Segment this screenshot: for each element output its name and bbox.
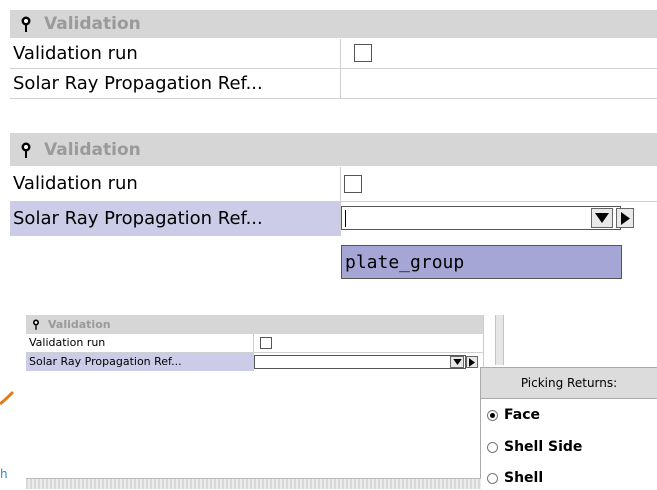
combo-dropdown-button[interactable] [450,356,464,368]
combo-dropdown-button[interactable] [591,208,613,228]
property-label: Solar Ray Propagation Ref... [26,353,254,371]
radio-label: Shell [504,470,544,486]
property-value [341,202,657,236]
validation-run-checkbox[interactable] [260,337,272,349]
section-title: Validation [44,139,141,160]
pin-icon [20,142,32,158]
radio-label: Shell Side [504,439,583,455]
horizontal-scrollbar[interactable] [26,478,481,489]
section-header[interactable]: Validation [26,315,483,334]
radio-option-shell[interactable]: Shell [481,466,543,490]
radio-button[interactable] [487,441,498,453]
radio-button[interactable] [487,472,498,484]
picking-returns-popup: Picking Returns: Face Shell Side Shell [480,367,657,488]
pin-icon [20,16,32,32]
triangle-right-icon [469,357,475,367]
link-text-fragment[interactable]: h [0,467,8,481]
property-row-validation-run: Validation run [10,39,657,69]
pin-icon [32,319,40,330]
section-title: Validation [48,318,111,331]
property-value [254,334,483,352]
radio-button[interactable] [487,409,498,421]
orange-stroke-fragment [0,390,14,406]
section-header[interactable]: Validation [10,133,657,166]
property-value [341,39,657,68]
section-header[interactable]: Validation [10,10,657,38]
triangle-down-icon [452,359,462,365]
reference-combo-box[interactable] [254,355,466,369]
property-row-validation-run: Validation run [10,167,657,202]
validation-run-checkbox[interactable] [354,44,372,62]
radio-option-shell-side[interactable]: Shell Side [481,435,582,459]
validation-panel-1: Validation Validation run Solar Ray Prop… [10,10,657,120]
property-value [341,167,657,201]
property-label: Solar Ray Propagation Ref... [10,202,341,236]
dropdown-option-plate-group[interactable]: plate_group [341,245,622,279]
property-label: Validation run [10,39,341,68]
radio-label: Face [504,407,540,423]
validation-panel-2: Validation Validation run Solar Ray Prop… [10,133,657,298]
triangle-right-icon [620,211,630,225]
validation-run-checkbox[interactable] [344,175,362,193]
browse-reference-button[interactable] [466,356,478,368]
property-value[interactable] [341,69,657,98]
browse-reference-button[interactable] [616,208,634,228]
property-label: Solar Ray Propagation Ref... [10,69,341,98]
property-row-validation-run: Validation run [26,334,483,353]
panel-divider[interactable] [495,315,504,365]
property-row-solar-ray: Solar Ray Propagation Ref... [26,353,483,371]
section-title: Validation [44,14,141,34]
triangle-down-icon [595,213,609,223]
reference-combo-box[interactable] [341,206,621,230]
property-value [254,353,483,371]
property-row-solar-ray: Solar Ray Propagation Ref... [10,202,657,236]
validation-panel-3: Validation Validation run Solar Ray Prop… [26,315,484,480]
property-label: Validation run [26,334,254,352]
text-caret [345,210,346,227]
property-row-solar-ray: Solar Ray Propagation Ref... [10,69,657,99]
radio-option-face[interactable]: Face [481,403,540,427]
property-label: Validation run [10,167,341,201]
popup-title: Picking Returns: [481,367,657,399]
